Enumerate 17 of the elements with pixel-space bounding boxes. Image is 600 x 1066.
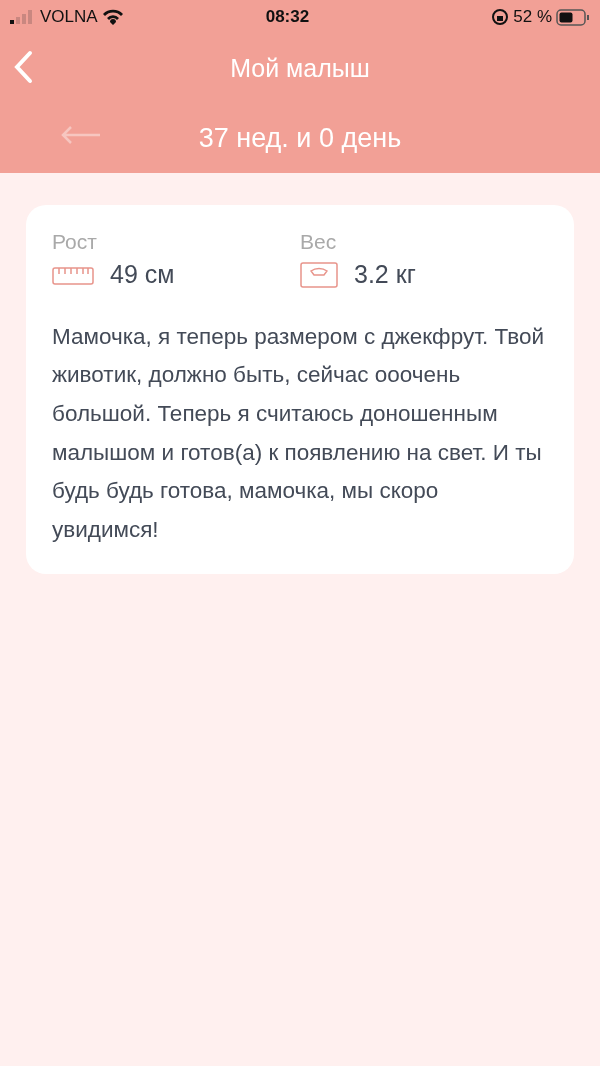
clock-time: 08:32 — [265, 6, 310, 29]
ruler-icon — [52, 264, 94, 285]
week-label: 37 нед. и 0 день — [198, 122, 402, 153]
back-icon — [12, 50, 34, 84]
metric-value: 49 см — [110, 259, 175, 290]
metric-label: Вес — [300, 230, 337, 253]
carrier-name: VOLNA — [40, 6, 98, 29]
battery-percent: 52 % — [513, 6, 552, 29]
wifi-icon — [101, 9, 124, 25]
description-text: Мамочка, я теперь размером с джекфрут. Твой животик, должно быть, сейчас ооочень большой. Теперь я считаюсь доношенным малышом и готов(а) к появлению на свет. И ты будь будь готова, мамочка, мы скоро увидимся! — [52, 322, 545, 544]
back-button[interactable] — [12, 50, 34, 84]
metric-label: Рост — [52, 230, 97, 253]
battery-icon — [556, 8, 590, 26]
screen-title: Мой малыш — [230, 54, 370, 82]
rotation-lock-icon — [491, 8, 510, 26]
scale-icon — [300, 261, 338, 288]
metric-value: 3.2 кг — [354, 259, 416, 290]
